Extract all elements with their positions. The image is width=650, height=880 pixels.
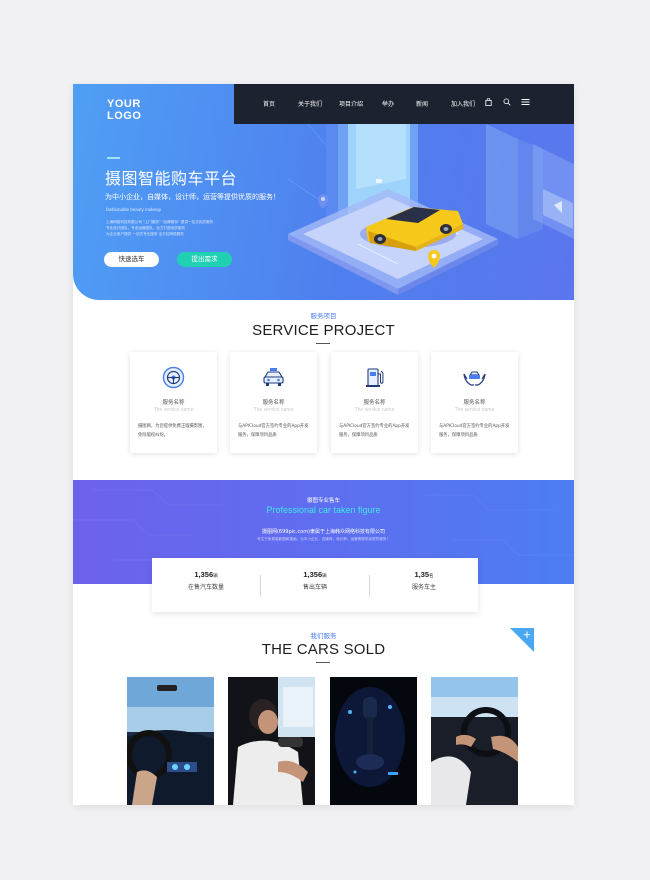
hero-banner: YOUR LOGO 首页 关于我们 项目介绍 举办 新闻 加入我们 摄图智能购车…: [73, 84, 574, 300]
hero-subtitle: 为中小企业，自媒体，设计师，运营等提供优质的服务！: [105, 193, 280, 201]
car-care-icon: [463, 371, 486, 386]
nav-item-projects[interactable]: 项目介绍: [339, 99, 363, 108]
service-card-name: 服务名称: [262, 400, 285, 406]
service-card-desc: 与APICloud官方签约专业的App开发服务，保障项目品质: [439, 424, 510, 438]
gear-shift-photo-3[interactable]: [330, 677, 417, 805]
sold-title-underline: [316, 662, 330, 663]
webpage-canvas: YOUR LOGO 首页 关于我们 项目介绍 举办 新闻 加入我们 摄图智能购车…: [73, 84, 574, 805]
nav-item-home[interactable]: 首页: [263, 99, 275, 108]
service-card-desc: 与APICloud官方签约专业的App开发服务，保障项目品质: [339, 424, 410, 438]
service-card-desc: 摄图网，为您提供免费正版摄影图，免除版权纠纷。: [138, 424, 207, 438]
hero-small-text-1: 上海网络科技有限公司 "上门服务" "品牌服务" 提供一站式优质服务: [106, 220, 214, 224]
car-platform-illustration: [287, 119, 574, 295]
service-card[interactable]: 服务名称 The service name 与APICloud官方签约专业的Ap…: [331, 352, 418, 453]
stat-value: 1,356: [303, 570, 323, 579]
nav-item-about[interactable]: 关于我们: [298, 99, 322, 108]
driver-photo-4[interactable]: [431, 677, 518, 805]
hero-english-tagline: fashionable beauty makeup: [106, 207, 162, 212]
service-card-en: The service name: [354, 407, 395, 413]
stats-panel: 1,356辆 在售汽车数量 1,356辆 售出车辆 1,35名 服务车主: [152, 558, 478, 612]
driver-photo-2[interactable]: [228, 677, 315, 805]
band-description-small: 专注于免费摄影图和插画，为中小企业，自媒体，设计师，运营等提供优质的服务！: [257, 537, 390, 541]
nav-item-events[interactable]: 举办: [382, 99, 394, 108]
service-card-en: The service name: [454, 407, 495, 413]
submit-request-button[interactable]: 提出需求: [177, 252, 232, 267]
top-navigation: 首页 关于我们 项目介绍 举办 新闻 加入我们: [234, 84, 574, 124]
hero-accent-line: [107, 157, 120, 159]
service-section-tag: 服务项目: [310, 312, 337, 320]
stat-cars-on-sale: 1,356辆 在售汽车数量: [152, 570, 260, 591]
service-card[interactable]: 服务名称 The service name 与APICloud官方签约专业的Ap…: [431, 352, 518, 453]
logo[interactable]: YOUR LOGO: [107, 98, 141, 122]
stat-cars-sold: 1,356辆 售出车辆: [261, 570, 369, 591]
service-card[interactable]: 服务名称 The service name 摄图网，为您提供免费正版摄影图，免除…: [130, 352, 217, 453]
stat-unit: 辆: [322, 573, 327, 578]
nav-item-join[interactable]: 加入我们: [451, 99, 475, 108]
quick-select-button[interactable]: 快速选车: [104, 252, 159, 267]
service-card-desc: 与APICloud官方签约专业的App开发服务，保障项目品质: [238, 424, 309, 438]
hero-title: 摄图智能购车平台: [105, 169, 238, 188]
service-card-en: The service name: [153, 407, 194, 413]
band-tag: 摄图专业售车: [306, 498, 340, 504]
taxi-icon: [263, 368, 284, 386]
service-title-underline: [316, 343, 330, 344]
search-icon[interactable]: [503, 98, 511, 106]
service-card-name: 服务名称: [363, 400, 386, 406]
service-section-title: SERVICE PROJECT: [252, 322, 395, 339]
band-description: 摄图网(699pic.com)隶属于上海韩众网络科技有限公司: [261, 529, 386, 535]
menu-icon[interactable]: [521, 98, 530, 106]
plus-icon[interactable]: [510, 628, 534, 652]
service-card-name: 服务名称: [162, 400, 185, 406]
stat-value: 1,35: [414, 570, 430, 579]
sold-section-title: THE CARS SOLD: [261, 641, 386, 658]
band-english-title: Professional car taken figure: [266, 505, 381, 515]
bag-icon[interactable]: [485, 98, 492, 106]
gas-station-icon: [366, 368, 384, 387]
stat-label: 在售汽车数量: [187, 584, 224, 591]
stat-unit: 辆: [213, 573, 218, 578]
stat-label: 售出车辆: [302, 584, 327, 591]
stat-label: 服务车主: [411, 584, 436, 591]
sold-section-tag: 我们服务: [310, 632, 337, 640]
steering-wheel-icon: [162, 366, 185, 389]
car-interior-photo-1[interactable]: [127, 677, 214, 805]
hero-small-text-3: 为企业用户提供 一站式专业服务 全方位网络服务: [106, 232, 184, 236]
stat-owners-served: 1,35名 服务车主: [370, 570, 478, 591]
hero-small-text-2: 专业设计团队，专业运营团队，全力打造优质服务: [106, 226, 186, 230]
service-card-name: 服务名称: [463, 400, 486, 406]
nav-item-news[interactable]: 新闻: [416, 99, 428, 108]
service-card[interactable]: 服务名称 The service name 与APICloud官方签约专业的Ap…: [230, 352, 317, 453]
stat-value: 1,356: [194, 570, 214, 579]
service-card-en: The service name: [253, 407, 294, 413]
stat-unit: 名: [429, 573, 434, 578]
